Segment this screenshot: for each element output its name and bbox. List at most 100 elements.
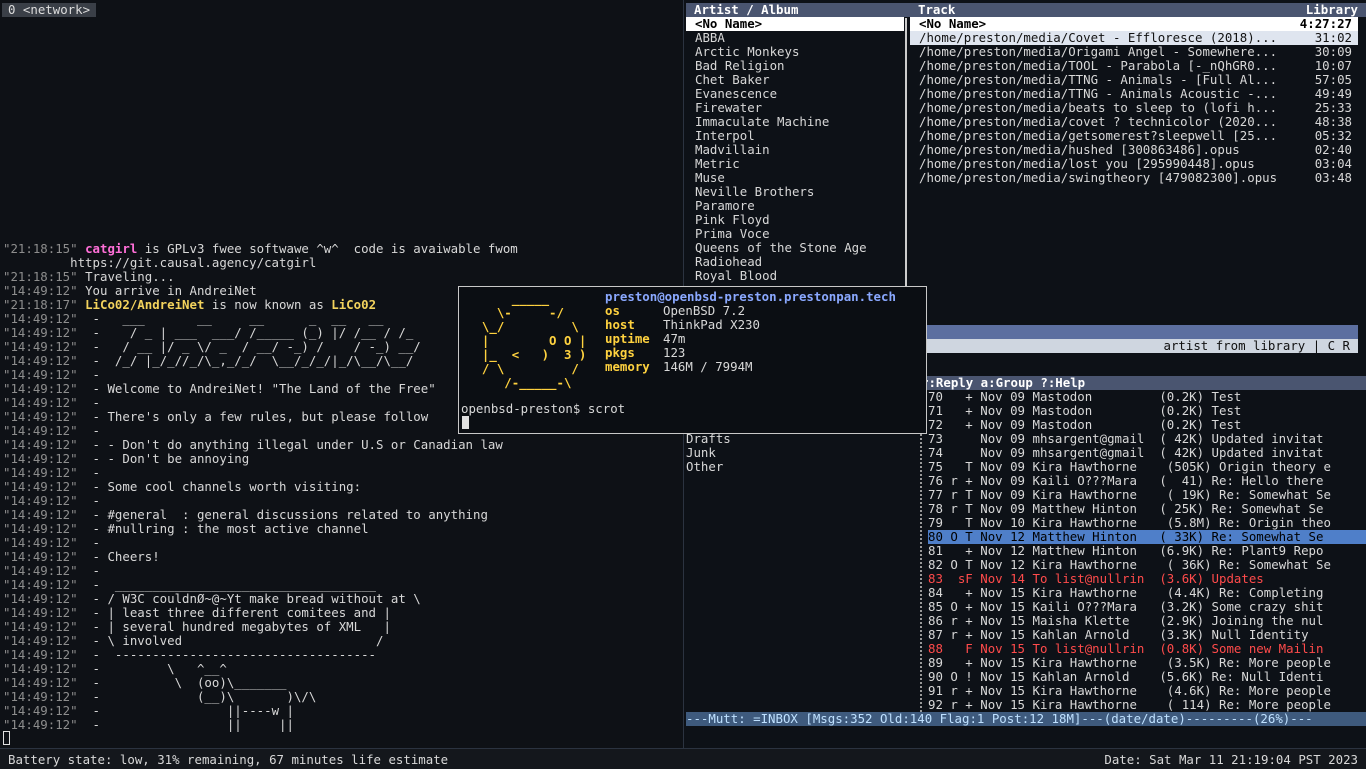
mutt-msg-from: Mastodon <box>1032 390 1152 404</box>
shell-prompt[interactable]: openbsd-preston$ scrot <box>461 402 625 416</box>
cmus-artist-item[interactable]: Madvillain <box>686 143 904 157</box>
mutt-message-row[interactable]: 75 T Nov 09 Kira Hawthorne (505K) Origin… <box>928 460 1366 474</box>
mutt-sidebar-divider <box>920 390 923 712</box>
cmus-artist-item[interactable]: Muse <box>686 171 904 185</box>
mutt-message-index[interactable]: 70 + Nov 09 Mastodon (0.2K) Test 71 + Nov… <box>928 390 1366 712</box>
mutt-message-row[interactable]: 74 Nov 09 mhsargent@gmail ( 42K) Updated… <box>928 446 1366 460</box>
puffy-logo-line: |_ < ) 3 ) <box>467 348 587 362</box>
cmus-artist-item[interactable]: Bad Religion <box>686 59 904 73</box>
terminal-cursor[interactable] <box>462 416 469 429</box>
mutt-msg-date: Nov 09 <box>980 460 1026 474</box>
cmus-track-list[interactable]: <No Name> 4:27:27/home/preston/media/Cove… <box>910 17 1358 185</box>
cmus-artist-item[interactable]: Radiohead <box>686 255 904 269</box>
cmus-track-item[interactable]: /home/preston/media/Origami Angel - Some… <box>910 45 1358 59</box>
mutt-msg-flags: + <box>950 404 973 418</box>
mutt-folder-item[interactable]: Junk <box>686 446 911 460</box>
mutt-msg-flags: r T <box>950 502 973 516</box>
irc-text: is GPLv3 fwee softwawe ^w^ code is avaiw… <box>137 242 518 256</box>
irc-line: "14:49:12" - ---------------------------… <box>3 648 679 662</box>
mutt-message-row[interactable]: 73 Nov 09 mhsargent@gmail ( 42K) Updated… <box>928 432 1366 446</box>
mutt-msg-subject: Test <box>1211 404 1242 418</box>
mutt-msg-number: 85 <box>928 600 943 614</box>
mutt-message-row[interactable]: 83 sF Nov 14 To list@nullrin (3.6K) Upda… <box>928 572 1366 586</box>
mutt-folder-item[interactable]: Other <box>686 460 911 474</box>
cmus-artist-item[interactable]: <No Name> <box>686 17 904 31</box>
irc-timestamp: "14:49:12" <box>3 620 78 634</box>
mutt-msg-size: (0.2K) <box>1159 390 1205 404</box>
mutt-message-row[interactable]: 81 + Nov 12 Matthew Hinton (6.9K) Re: Pl… <box>928 544 1366 558</box>
cmus-artist-item[interactable]: Evanescence <box>686 87 904 101</box>
mutt-message-row[interactable]: 87 r + Nov 15 Kahlan Arnold (3.3K) Null … <box>928 628 1366 642</box>
mutt-message-row[interactable]: 92 r + Nov 15 Kira Hawthorne ( 114) Re: … <box>928 698 1366 712</box>
cmus-status-line: artist from library | C R <box>926 339 1358 353</box>
cmus-track-name: /home/preston/media/TTNG - Animals - [Fu… <box>919 73 1278 87</box>
cmus-track-item[interactable]: /home/preston/media/swingtheory [4790823… <box>910 171 1358 185</box>
cmus-track-item[interactable]: /home/preston/media/TTNG - Animals - [Fu… <box>910 73 1358 87</box>
mutt-message-row[interactable]: 71 + Nov 09 Mastodon (0.2K) Test <box>928 404 1366 418</box>
mutt-message-row[interactable]: 89 + Nov 15 Kira Hawthorne (3.5K) Re: Mo… <box>928 656 1366 670</box>
mutt-message-row[interactable]: 80 O T Nov 12 Matthew Hinton ( 33K) Re: … <box>928 530 1366 544</box>
mutt-folder-item[interactable]: Drafts <box>686 432 911 446</box>
irc-line: "14:49:12" - Some cool channels worth vi… <box>3 480 679 494</box>
mutt-msg-size: ( 41) <box>1159 474 1205 488</box>
cmus-track-item[interactable]: /home/preston/media/covet ? technicolor … <box>910 115 1358 129</box>
floating-terminal-window[interactable]: _____ \- -/ \_/ \ | O O | |_ < ) 3 ) / \… <box>458 286 927 434</box>
cmus-track-item[interactable]: <No Name> 4:27:27 <box>910 17 1358 31</box>
mutt-message-row[interactable]: 84 + Nov 15 Kira Hawthorne (4.4K) Re: Co… <box>928 586 1366 600</box>
irc-line: "14:49:12" - <box>3 536 679 550</box>
irc-input-cursor[interactable] <box>3 731 10 745</box>
neofetch-field: os OpenBSD 7.2 <box>605 304 896 318</box>
cmus-artist-item[interactable]: Pink Floyd <box>686 213 904 227</box>
mutt-message-row[interactable]: 85 O + Nov 15 Kaili O???Mara (3.2K) Some… <box>928 600 1366 614</box>
cmus-track-item[interactable]: /home/preston/media/lost you [295990448]… <box>910 157 1358 171</box>
mutt-message-row[interactable]: 79 T Nov 10 Kira Hawthorne (5.8M) Re: Or… <box>928 516 1366 530</box>
mutt-msg-date: Nov 09 <box>980 446 1026 460</box>
cmus-artist-item[interactable]: Firewater <box>686 101 904 115</box>
mutt-status-bar: ---Mutt: =INBOX [Msgs:352 Old:140 Flag:1… <box>686 712 1366 726</box>
mutt-message-row[interactable]: 78 r T Nov 09 Matthew Hinton ( 25K) Re: … <box>928 502 1366 516</box>
mutt-msg-from: Matthew Hinton <box>1032 502 1152 516</box>
neofetch-title: preston@openbsd-preston.prestonpan.tech <box>605 290 896 304</box>
mutt-folder-sidebar[interactable]: Drafts Junk Other <box>686 432 911 474</box>
cmus-artist-list[interactable]: <No Name> ABBA Arctic Monkeys Bad Religion C… <box>686 17 904 283</box>
irc-timestamp: "14:49:12" <box>3 326 78 340</box>
mutt-msg-number: 82 <box>928 558 943 572</box>
cmus-track-item[interactable]: /home/preston/media/Covet - Effloresce (… <box>910 31 1358 45</box>
mutt-msg-from: Mastodon <box>1032 404 1152 418</box>
cmus-track-item[interactable]: /home/preston/media/getsomerest?sleepwel… <box>910 129 1358 143</box>
mutt-message-row[interactable]: 86 r + Nov 15 Maisha Klette (2.9K) Joini… <box>928 614 1366 628</box>
mutt-message-row[interactable]: 72 + Nov 09 Mastodon (0.2K) Test <box>928 418 1366 432</box>
irc-network-tab[interactable]: 0 <network> <box>2 3 97 17</box>
cmus-artist-item[interactable]: Queens of the Stone Age <box>686 241 904 255</box>
cmus-track-item[interactable]: /home/preston/media/hushed [300863486].o… <box>910 143 1358 157</box>
cmus-artist-item[interactable]: Chet Baker <box>686 73 904 87</box>
cmus-artist-item[interactable]: Metric <box>686 157 904 171</box>
mutt-msg-flags: r + <box>950 684 973 698</box>
neofetch-field: uptime 47m <box>605 332 896 346</box>
cmus-artist-item[interactable]: Paramore <box>686 199 904 213</box>
mutt-message-row[interactable]: 91 r + Nov 15 Kira Hawthorne (4.6K) Re: … <box>928 684 1366 698</box>
cmus-artist-item[interactable]: Arctic Monkeys <box>686 45 904 59</box>
mutt-message-row[interactable]: 82 O T Nov 12 Kira Hawthorne ( 36K) Re: … <box>928 558 1366 572</box>
irc-text: - <box>85 564 100 578</box>
cmus-artist-item[interactable]: Royal Blood <box>686 269 904 283</box>
cmus-track-item[interactable]: /home/preston/media/beats to sleep to (l… <box>910 101 1358 115</box>
mutt-message-row[interactable]: 76 r + Nov 09 Kaili O???Mara ( 41) Re: H… <box>928 474 1366 488</box>
mutt-message-row[interactable]: 77 r T Nov 09 Kira Hawthorne ( 19K) Re: … <box>928 488 1366 502</box>
cmus-artist-item[interactable]: Immaculate Machine <box>686 115 904 129</box>
cmus-artist-item[interactable]: ABBA <box>686 31 904 45</box>
neofetch-value: 47m <box>663 332 686 346</box>
mutt-message-row[interactable]: 70 + Nov 09 Mastodon (0.2K) Test <box>928 390 1366 404</box>
cmus-divider <box>905 18 907 328</box>
irc-timestamp: "14:49:12" <box>3 564 78 578</box>
mutt-message-row[interactable]: 90 O ! Nov 15 Kahlan Arnold (5.6K) Re: N… <box>928 670 1366 684</box>
cmus-artist-item[interactable]: Neville Brothers <box>686 185 904 199</box>
cmus-artist-item[interactable]: Prima Voce <box>686 227 904 241</box>
mutt-msg-date: Nov 14 <box>980 572 1026 586</box>
mutt-msg-subject: Test <box>1211 418 1242 432</box>
cmus-track-item[interactable]: /home/preston/media/TTNG - Animals Acous… <box>910 87 1358 101</box>
mutt-msg-date: Nov 15 <box>980 600 1026 614</box>
mutt-message-row[interactable]: 88 F Nov 15 To list@nullrin (0.8K) Some … <box>928 642 1366 656</box>
cmus-track-item[interactable]: /home/preston/media/TOOL - Parabola [-_n… <box>910 59 1358 73</box>
cmus-artist-item[interactable]: Interpol <box>686 129 904 143</box>
